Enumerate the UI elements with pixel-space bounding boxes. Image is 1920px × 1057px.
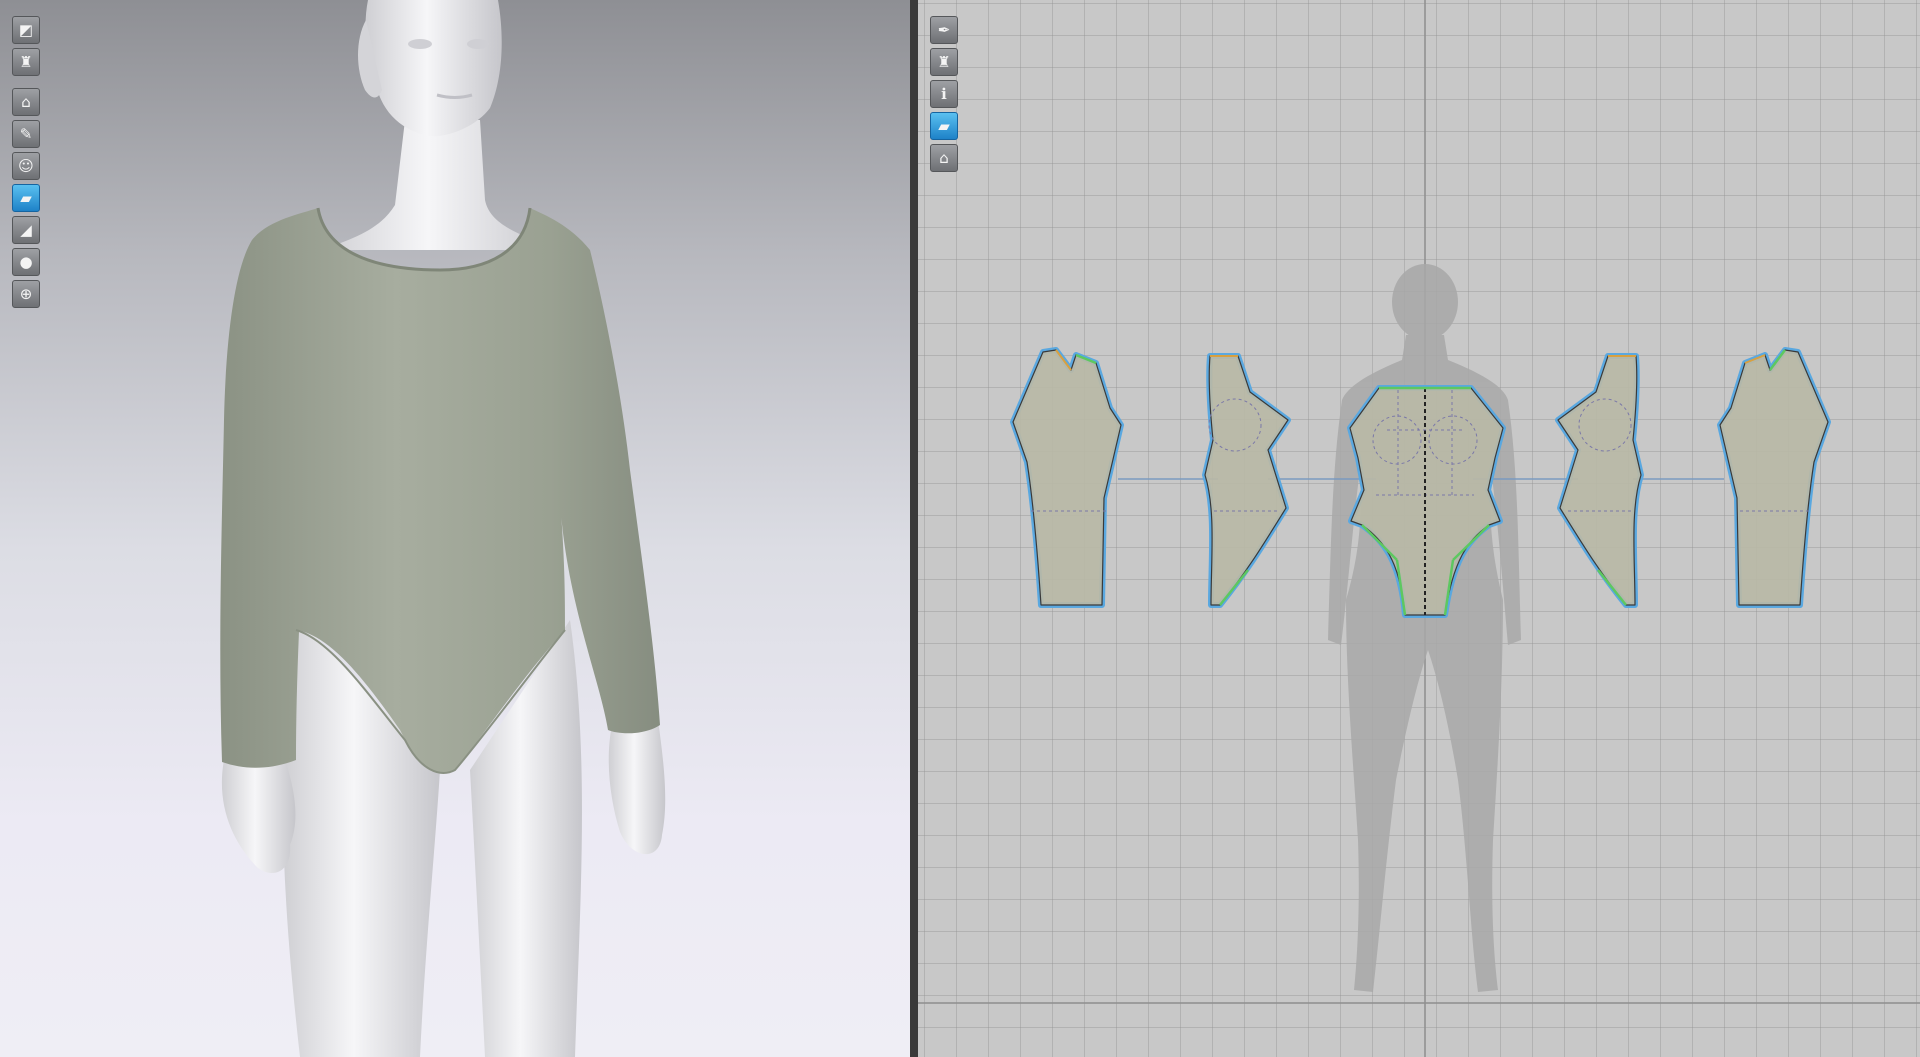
viewport-splitter[interactable] [910, 0, 918, 1057]
info-icon: ℹ [941, 84, 947, 103]
pattern-piece-right-front-side[interactable] [1555, 353, 1644, 608]
edit-pattern-icon: ✒ [937, 20, 951, 39]
fabric-render-button[interactable]: ▰ [12, 184, 40, 212]
lock-pattern-icon: ⌂ [939, 148, 949, 167]
texture-icon: ✎ [19, 124, 33, 143]
show-garment-icon: ⌂ [21, 92, 31, 111]
pattern-piece-left-sleeve-back[interactable] [1010, 347, 1124, 608]
info-button[interactable]: ℹ [930, 80, 958, 108]
edit-pattern-button[interactable]: ✒ [930, 16, 958, 44]
pattern-piece-right-sleeve-back[interactable] [1717, 347, 1831, 608]
texture-button[interactable]: ✎ [12, 120, 40, 148]
shading-icon: ◩ [18, 20, 34, 39]
avatar-head [320, 0, 560, 250]
avatar-mode-button[interactable]: ● [12, 248, 40, 276]
lock-pattern-button[interactable]: ⌂ [930, 144, 958, 172]
2d-pattern-scene [918, 0, 1920, 1057]
thickness-icon: ◢ [20, 220, 32, 239]
bodysuit-garment [220, 207, 660, 774]
world-grid-icon: ⊕ [19, 284, 33, 303]
show-pattern-button[interactable]: ♜ [930, 48, 958, 76]
show-avatar-icon: ☺ [18, 156, 34, 175]
2d-pattern-viewport[interactable]: ✒ ♜ ℹ ▰ ⌂ [918, 0, 1920, 1057]
garment-button[interactable]: ♜ [12, 48, 40, 76]
world-grid-button[interactable]: ⊕ [12, 280, 40, 308]
3d-viewport-toolbar: ◩ ♜ ⌂ ✎ ☺ ▰ ◢ ● ⊕ [12, 12, 40, 308]
shading-button[interactable]: ◩ [12, 16, 40, 44]
2d-viewport-toolbar: ✒ ♜ ℹ ▰ ⌂ [930, 12, 958, 172]
fabric-color-icon: ▰ [938, 116, 950, 135]
show-pattern-icon: ♜ [937, 52, 951, 71]
show-avatar-button[interactable]: ☺ [12, 152, 40, 180]
fabric-render-icon: ▰ [20, 188, 32, 207]
3d-scene [220, 0, 666, 1057]
thickness-button[interactable]: ◢ [12, 216, 40, 244]
pattern-piece-left-front-side[interactable] [1202, 353, 1291, 608]
show-garment-button[interactable]: ⌂ [12, 88, 40, 116]
avatar-mode-icon: ● [19, 252, 33, 271]
fabric-color-button[interactable]: ▰ [930, 112, 958, 140]
garment-icon: ♜ [19, 52, 33, 71]
3d-viewport[interactable]: ◩ ♜ ⌂ ✎ ☺ ▰ ◢ ● ⊕ [0, 0, 910, 1057]
